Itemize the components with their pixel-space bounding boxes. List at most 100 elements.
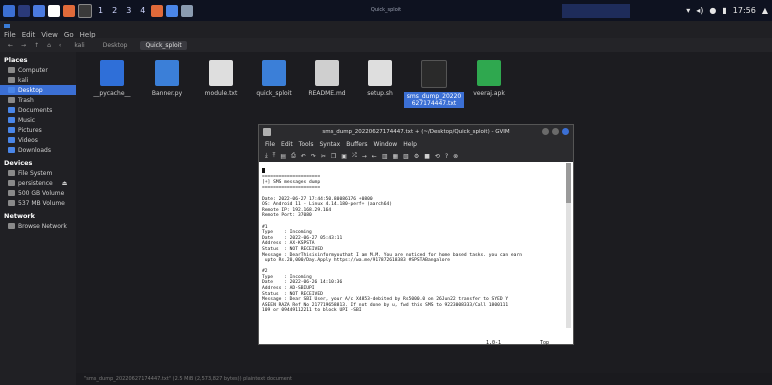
file-item[interactable]: README.md [297, 60, 357, 97]
sidebar-item-label: Downloads [18, 146, 51, 154]
maximize-icon[interactable] [552, 128, 559, 135]
sidebar-item-trash[interactable]: Trash [0, 95, 76, 105]
back-icon[interactable]: ← [8, 42, 13, 49]
gvim-menu-buffers[interactable]: Buffers [346, 141, 367, 148]
shell-icon[interactable]: ■ [424, 153, 430, 160]
open-icon[interactable]: ⤓ [265, 152, 268, 160]
sidebar-item-music[interactable]: Music [0, 115, 76, 125]
sidebar-item-persistence[interactable]: persistence ⏏ [0, 178, 76, 188]
up-icon[interactable]: ↑ [34, 42, 39, 49]
sidebar-item-537mb-volume[interactable]: 537 MB Volume [0, 198, 76, 208]
file-name: __pycache__ [93, 90, 131, 97]
drive-icon [8, 200, 15, 206]
cut-icon[interactable]: ✂ [321, 153, 326, 160]
sidebar-item-label: persistence [18, 179, 53, 187]
gvim-menu-file[interactable]: File [265, 141, 275, 148]
network-icon [8, 223, 15, 229]
sidebar-item-computer[interactable]: Computer [0, 65, 76, 75]
gvim-scrollbar[interactable] [566, 163, 571, 328]
minimize-icon[interactable] [542, 128, 549, 135]
sidebar-item-label: Documents [18, 106, 53, 114]
workspace-4[interactable]: 4 [137, 6, 148, 15]
markdown-file-icon [315, 60, 339, 86]
help-icon[interactable]: ? [445, 153, 448, 160]
gvim-buffer[interactable]: ===================== [+] SMS messages d… [262, 162, 560, 329]
print-icon[interactable]: ⎙ [291, 152, 296, 160]
breadcrumb-desktop[interactable]: Desktop [98, 41, 133, 50]
terminal-launcher-icon[interactable] [18, 4, 30, 17]
file-item[interactable]: Banner.py [137, 60, 197, 97]
file-item[interactable]: setup.sh [350, 60, 410, 97]
gvim-menu-help[interactable]: Help [403, 141, 417, 148]
gvim-menu-tools[interactable]: Tools [299, 141, 314, 148]
file-item[interactable]: veeraj.apk [459, 60, 519, 97]
file-manager-sidebar: Places Computer kali Desktop Trash Docum… [0, 52, 76, 385]
load-session-icon[interactable]: ▥ [382, 153, 388, 160]
window-controls [542, 128, 569, 135]
volume-icon[interactable]: ◂) [696, 6, 703, 15]
workspace-3[interactable]: 3 [123, 6, 134, 15]
buffer-text: ===================== [+] SMS messages d… [262, 174, 522, 314]
text-editor-launcher-icon[interactable] [48, 4, 60, 17]
breadcrumb-kali[interactable]: kali [69, 41, 89, 50]
sidebar-item-pictures[interactable]: Pictures [0, 125, 76, 135]
make-icon[interactable]: ⚙ [414, 153, 419, 160]
undo-icon[interactable]: ↶ [301, 153, 306, 160]
sidebar-item-kali[interactable]: kali [0, 75, 76, 85]
scrollbar-thumb[interactable] [566, 163, 571, 203]
tags-icon[interactable]: ⟲ [435, 153, 440, 160]
gvim-menu-syntax[interactable]: Syntax [319, 141, 340, 148]
file-name: README.md [308, 90, 346, 97]
save-session-icon[interactable]: ▦ [393, 153, 399, 160]
find-help-icon[interactable]: ⊗ [453, 153, 458, 160]
breadcrumb-quick-sploit[interactable]: Quick_sploit [140, 40, 187, 50]
file-item-selected[interactable]: sms_dump_20220627174447.txt [404, 60, 464, 108]
file-item[interactable]: __pycache__ [82, 60, 142, 97]
kali-menu-icon[interactable] [3, 4, 15, 17]
run-script-icon[interactable]: ▧ [403, 153, 409, 160]
eject-icon[interactable]: ⏏ [62, 180, 68, 187]
firefox-task-icon[interactable] [151, 4, 164, 17]
find-prev-icon[interactable]: ← [372, 153, 377, 160]
scroll-percent: Top [540, 340, 550, 346]
paste-icon[interactable]: ▣ [341, 153, 347, 160]
home-icon[interactable]: ⌂ [47, 42, 51, 49]
notification-icon[interactable]: ● [709, 6, 716, 15]
lock-icon[interactable]: ▲ [762, 6, 768, 15]
workspace-1[interactable]: 1 [95, 6, 106, 15]
battery-icon[interactable]: ▮ [722, 6, 726, 15]
firefox-launcher-icon[interactable] [63, 4, 75, 17]
sidebar-item-downloads[interactable]: Downloads [0, 145, 76, 155]
network-icon[interactable]: ▾ [686, 6, 690, 15]
close-icon[interactable] [562, 128, 569, 135]
replace-icon[interactable]: ⤮ [352, 152, 357, 160]
folder-icon [8, 107, 15, 113]
sidebar-item-file-system[interactable]: File System [0, 168, 76, 178]
sidebar-item-videos[interactable]: Videos [0, 135, 76, 145]
parent-icon[interactable]: ‹ [59, 42, 61, 49]
file-item[interactable]: quick_sploit [244, 60, 304, 97]
gvim-task-icon[interactable] [181, 4, 194, 17]
gvim-window[interactable]: sms_dump_20220627174447.txt + (~/Desktop… [258, 124, 574, 346]
sidebar-item-desktop[interactable]: Desktop [0, 85, 76, 95]
find-next-icon[interactable]: → [362, 153, 367, 160]
gvim-menu-window[interactable]: Window [374, 141, 398, 148]
redo-icon[interactable]: ↷ [311, 153, 316, 160]
sidebar-item-browse-network[interactable]: Browse Network [0, 221, 76, 231]
file-name: sms_dump_20220627174447.txt [404, 92, 464, 108]
save-all-icon[interactable]: ▤ [280, 153, 286, 160]
gvim-titlebar[interactable]: sms_dump_20220627174447.txt + (~/Desktop… [259, 125, 573, 139]
copy-icon[interactable]: ❐ [331, 153, 336, 160]
file-item[interactable]: module.txt [191, 60, 251, 97]
save-icon[interactable]: ⤒ [273, 152, 276, 160]
files-launcher-icon[interactable] [33, 4, 45, 17]
gvim-menu-edit[interactable]: Edit [281, 141, 293, 148]
sidebar-item-500gb-volume[interactable]: 500 GB Volume [0, 188, 76, 198]
sidebar-item-documents[interactable]: Documents [0, 105, 76, 115]
terminal-icon[interactable] [78, 3, 92, 18]
panel-launchers: 1 2 3 4 [0, 3, 194, 18]
files-task-icon[interactable] [166, 4, 179, 17]
clock[interactable]: 17:56 [733, 6, 756, 15]
forward-icon[interactable]: → [21, 42, 26, 49]
workspace-2[interactable]: 2 [109, 6, 120, 15]
